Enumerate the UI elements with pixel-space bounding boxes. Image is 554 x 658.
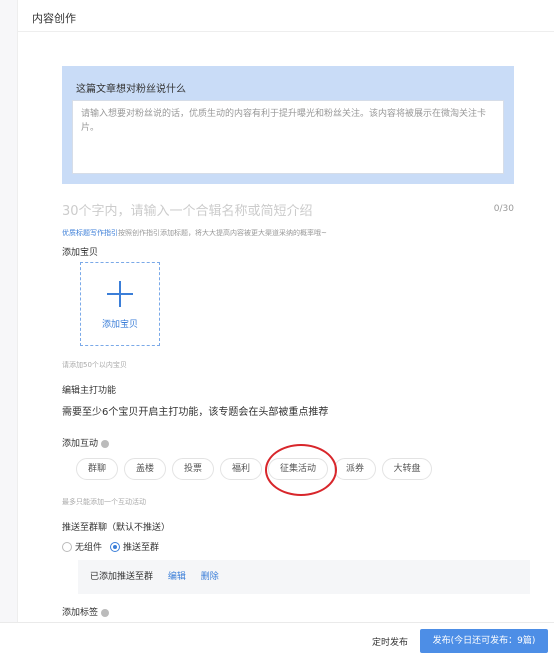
- content-creation-panel: 内容创作 这篇文章想对粉丝说什么 请输入想要对粉丝说的话，优质生动的内容有利于提…: [18, 0, 554, 658]
- chip-build-floor[interactable]: 盖楼: [124, 458, 166, 480]
- header-divider: [18, 31, 554, 32]
- fan-message-textarea[interactable]: 请输入想要对粉丝说的话，优质生动的内容有利于提升曝光和粉丝关注。该内容将被展示在…: [72, 100, 504, 174]
- bottom-action-bar: 定时发布 发布(今日还可发布：9篇): [0, 622, 554, 658]
- radio-no-component-label: 无组件: [75, 543, 103, 553]
- title-tip: 优质标题写作指引按照创作指引添加标题，将大大提高内容被更大渠道采纳的概率哦~: [62, 228, 327, 238]
- tags-label: 添加标签: [62, 608, 99, 618]
- fan-message-card: 这篇文章想对粉丝说什么 请输入想要对粉丝说的话，优质生动的内容有利于提升曝光和粉…: [62, 66, 514, 184]
- interaction-label-wrap: 添加互动: [62, 436, 110, 449]
- chip-coupon[interactable]: 派券: [334, 458, 376, 480]
- feature-description: 需要至少6个宝贝开启主打功能，该专题会在头部被重点推荐: [62, 407, 329, 418]
- page-title: 内容创作: [32, 12, 76, 25]
- push-summary-text: 已添加推送至群: [90, 572, 154, 582]
- timed-publish-button[interactable]: 定时发布: [372, 635, 408, 648]
- chip-vote[interactable]: 投票: [172, 458, 214, 480]
- info-icon[interactable]: [101, 439, 110, 448]
- title-guide-link[interactable]: 优质标题写作指引: [62, 229, 118, 237]
- chip-lucky-wheel[interactable]: 大转盘: [382, 458, 432, 480]
- plus-icon: [107, 281, 133, 307]
- add-product-button[interactable]: 添加宝贝: [80, 262, 160, 346]
- radio-push-to-group-label: 推送至群: [123, 543, 160, 553]
- add-product-label: 添加宝贝: [62, 248, 99, 258]
- publish-button[interactable]: 发布(今日还可发布：9篇): [420, 629, 548, 653]
- info-icon[interactable]: [101, 608, 110, 617]
- left-gutter: [0, 0, 18, 658]
- chip-welfare[interactable]: 福利: [220, 458, 262, 480]
- interaction-limit-hint: 最多只能添加一个互动活动: [62, 498, 146, 506]
- title-char-count: 0/30: [493, 204, 514, 214]
- push-delete-link[interactable]: 删除: [201, 572, 219, 582]
- push-summary-box: 已添加推送至群 编辑 删除: [78, 560, 530, 594]
- add-product-button-label: 添加宝贝: [101, 320, 138, 330]
- title-placeholder: 30个字内，请输入一个合辑名称或简短介绍: [62, 204, 313, 219]
- tags-label-wrap: 添加标签: [62, 605, 110, 618]
- feature-label: 编辑主打功能: [62, 386, 117, 396]
- radio-push-to-group[interactable]: [110, 541, 121, 552]
- push-edit-link[interactable]: 编辑: [168, 572, 186, 582]
- fan-message-title: 这篇文章想对粉丝说什么: [76, 84, 186, 95]
- push-radio-group: 无组件 推送至群: [62, 540, 167, 553]
- chip-group-chat[interactable]: 群聊: [76, 458, 118, 480]
- title-tip-text: 按照创作指引添加标题，将大大提高内容被更大渠道采纳的概率哦~: [118, 229, 327, 237]
- highlight-circle: [265, 444, 337, 496]
- product-limit-hint: 请添加50个以内宝贝: [62, 361, 127, 369]
- push-label: 推送至群聊（默认不推送）: [62, 523, 171, 533]
- radio-no-component[interactable]: [62, 541, 72, 552]
- title-input[interactable]: 30个字内，请输入一个合辑名称或简短介绍 0/30: [62, 200, 514, 220]
- interaction-label: 添加互动: [62, 439, 99, 449]
